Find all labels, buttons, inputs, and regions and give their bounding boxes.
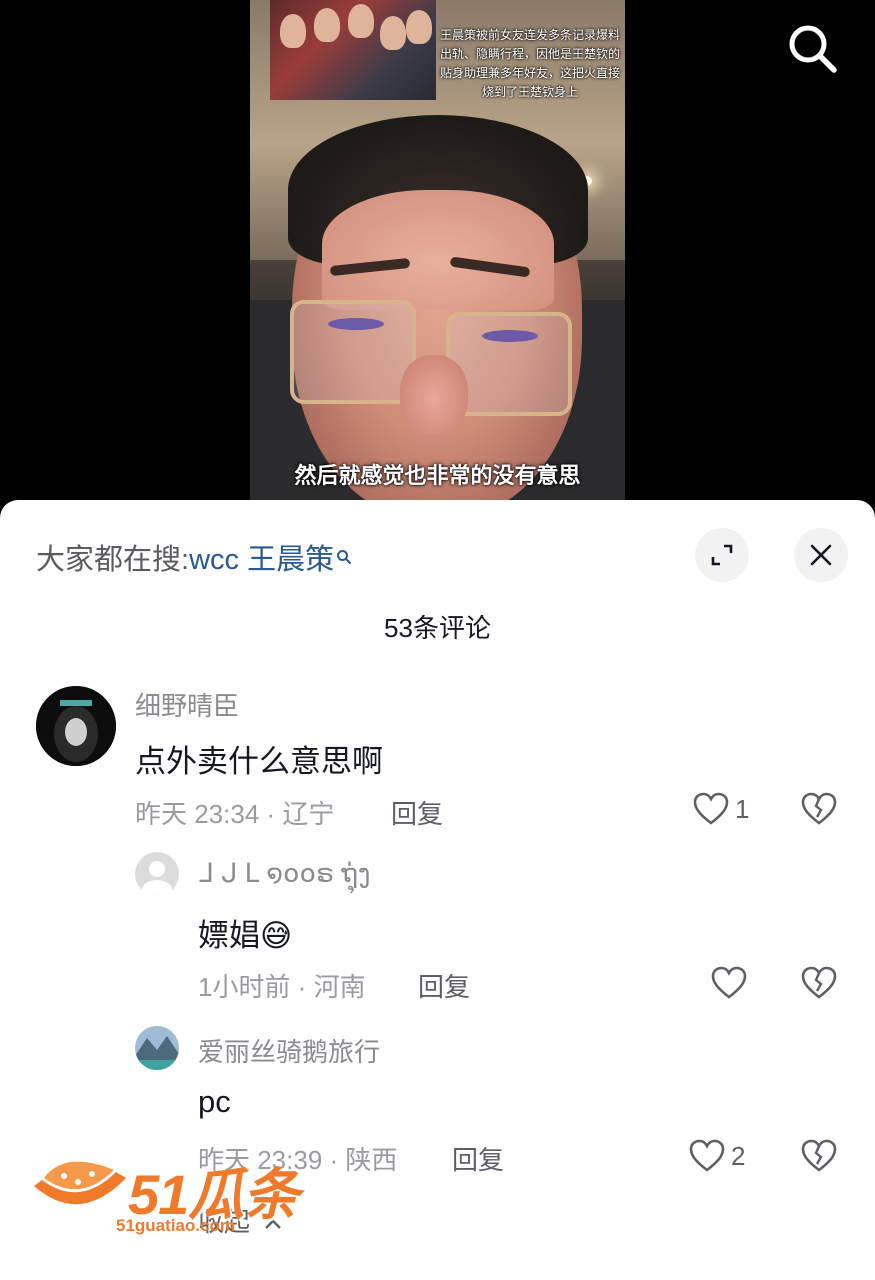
dislike-button[interactable] [801, 792, 837, 831]
comment-count: 53条评论 [384, 613, 491, 643]
comment-text: 点外卖什么意思啊 [135, 744, 383, 779]
inset-group-photo [270, 0, 436, 100]
person-nose [400, 355, 468, 435]
inset-person [348, 4, 374, 38]
comment-meta: 昨天 23:34 · 辽宁 [135, 799, 335, 829]
heart-icon [711, 966, 747, 999]
inset-person [380, 16, 406, 50]
watermark-url: 51guatiao.com [116, 1216, 236, 1235]
like-button[interactable]: 1 [693, 792, 749, 826]
close-icon [810, 544, 832, 566]
heart-icon [689, 1139, 725, 1172]
glasses-left-lens [290, 300, 416, 404]
watermark-logo: 51瓜条 51guatiao.com [30, 1150, 310, 1245]
hot-search-term[interactable]: wcc 王晨策 [189, 544, 334, 576]
reply-text: 嫖娼😅 [198, 910, 292, 955]
like-button[interactable]: 2 [689, 1139, 745, 1173]
like-count: 2 [731, 1140, 746, 1171]
inset-caption: 王晨策被前女友连发多条记录爆料出轨、隐瞒行程，因他是王楚钦的贴身助理兼多年好友，… [440, 28, 621, 99]
search-icon [336, 540, 352, 573]
broken-heart-icon [801, 1139, 837, 1172]
reply-button[interactable]: 回复 [452, 1140, 504, 1177]
melon-slice-icon [34, 1161, 126, 1205]
like-count: 1 [735, 793, 750, 824]
reply-username[interactable]: 爱丽丝骑鹅旅行 [198, 1032, 380, 1069]
avatar[interactable] [135, 852, 179, 896]
dislike-button[interactable] [801, 966, 837, 1005]
avatar[interactable] [36, 686, 116, 766]
broken-heart-icon [801, 966, 837, 999]
reply-button[interactable]: 回复 [418, 967, 470, 1004]
reply-button[interactable]: 回复 [391, 794, 443, 831]
reply-text: pc [198, 1084, 231, 1119]
default-user-icon [142, 861, 172, 896]
heart-icon [693, 792, 729, 825]
video-frame[interactable]: 王晨策被前女友连发多条记录爆料出轨、隐瞒行程，因他是王楚钦的贴身助理兼多年好友，… [250, 0, 625, 510]
inset-person [280, 14, 306, 48]
search-icon[interactable] [786, 22, 838, 74]
reply-username[interactable]: ᒧ ᒍ ᒪ ໑໐໐ຣ ຖຸ່ງ [198, 858, 370, 889]
like-button[interactable] [711, 966, 753, 1000]
right-eye [482, 330, 538, 342]
video-player[interactable]: 王晨策被前女友连发多条记录爆料出轨、隐瞒行程，因他是王楚钦的贴身助理兼多年好友，… [0, 0, 875, 510]
broken-heart-icon [801, 792, 837, 825]
grinning-sweat-emoji-icon: 😅 [260, 918, 293, 953]
comment-username[interactable]: 细野晴臣 [135, 686, 239, 723]
inset-person [314, 8, 340, 42]
expand-button[interactable] [695, 528, 749, 582]
inset-person [406, 10, 432, 44]
expand-icon [711, 544, 733, 566]
close-button[interactable] [794, 528, 848, 582]
avatar[interactable] [135, 1026, 179, 1070]
person-forehead [322, 190, 554, 310]
hot-search-prefix: 大家都在搜: [36, 544, 190, 576]
left-eye [328, 318, 384, 330]
video-subtitle: 然后就感觉也非常的没有意思 [294, 463, 581, 488]
reply-text-content: 嫖娼 [198, 918, 260, 953]
dislike-button[interactable] [801, 1139, 837, 1178]
hot-search-bar[interactable]: 大家都在搜:wcc 王晨策 [36, 536, 352, 578]
reply-meta: 1小时前 · 河南 [198, 972, 366, 1002]
